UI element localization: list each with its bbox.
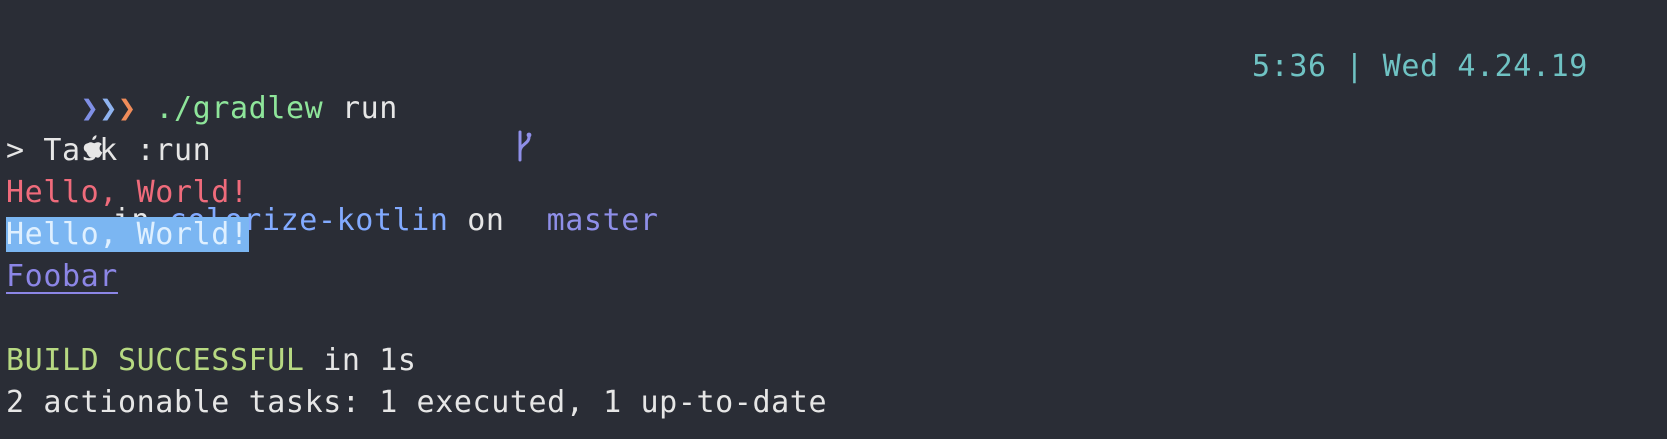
output-line-link[interactable]: Foobar xyxy=(6,256,1667,298)
clock-date: Wed 4.24.19 xyxy=(1382,49,1588,84)
prompt-clock: 5:36 | Wed 4.24.19 xyxy=(1252,46,1588,88)
tasks-summary-line: 2 actionable tasks: 1 executed, 1 up-to-… xyxy=(6,382,1667,424)
output-line-selected[interactable]: Hello, World! xyxy=(6,214,1667,256)
clock-time: 5:36 xyxy=(1252,49,1327,84)
hello-world-red-text: Hello, World! xyxy=(6,175,249,210)
clock-separator: | xyxy=(1345,49,1364,84)
foobar-link[interactable]: Foobar xyxy=(6,259,118,294)
output-line-red: Hello, World! xyxy=(6,172,1667,214)
task-text: > Task :run xyxy=(6,133,212,168)
terminal-window[interactable]: in colorize-kotlin on master ❯❯❯ ./gradl… xyxy=(0,0,1667,439)
hello-world-selected-text[interactable]: Hello, World! xyxy=(6,217,249,252)
build-time: in 1s xyxy=(304,343,417,378)
command-line[interactable]: ❯❯❯ ./gradlew run 5:36 | Wed 4.24.19 xyxy=(6,46,1667,126)
tasks-summary: 2 actionable tasks: 1 executed, 1 up-to-… xyxy=(6,385,828,420)
task-line: > Task :run xyxy=(6,130,1667,172)
build-status: BUILD SUCCESSFUL xyxy=(6,343,305,378)
build-result-line: BUILD SUCCESSFUL in 1s xyxy=(6,340,1667,382)
prompt-line: in colorize-kotlin on master xyxy=(6,4,1667,238)
